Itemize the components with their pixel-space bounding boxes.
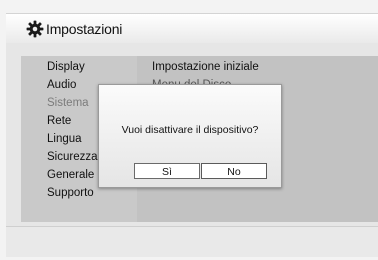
confirm-dialog: Vuoi disattivare il dispositivo? Sì No: [98, 84, 282, 188]
menu-item-lingua[interactable]: Lingua: [47, 130, 82, 148]
menu-item-audio[interactable]: Audio: [47, 76, 76, 94]
menu-item-supporto[interactable]: Supporto: [47, 184, 94, 202]
menu-item-generale[interactable]: Generale: [47, 166, 94, 184]
menu-item-display[interactable]: Display: [47, 58, 85, 76]
settings-screen: Impostazioni Display Audio Sistema Rete …: [0, 0, 378, 260]
menu-item-sicurezza[interactable]: Sicurezza: [47, 148, 98, 166]
header-bar: Impostazioni: [6, 13, 378, 45]
menu-item-rete[interactable]: Rete: [47, 112, 71, 130]
gear-icon: [26, 20, 44, 38]
yes-button[interactable]: Sì: [134, 163, 200, 179]
menu-item-sistema[interactable]: Sistema: [47, 94, 89, 112]
no-button[interactable]: No: [201, 163, 267, 179]
dialog-message: Vuoi disattivare il dispositivo?: [121, 124, 259, 136]
footer-bar: [6, 226, 378, 257]
submenu-item-impostazione-iniziale[interactable]: Impostazione iniziale: [152, 58, 259, 76]
page-title: Impostazioni: [46, 21, 123, 37]
